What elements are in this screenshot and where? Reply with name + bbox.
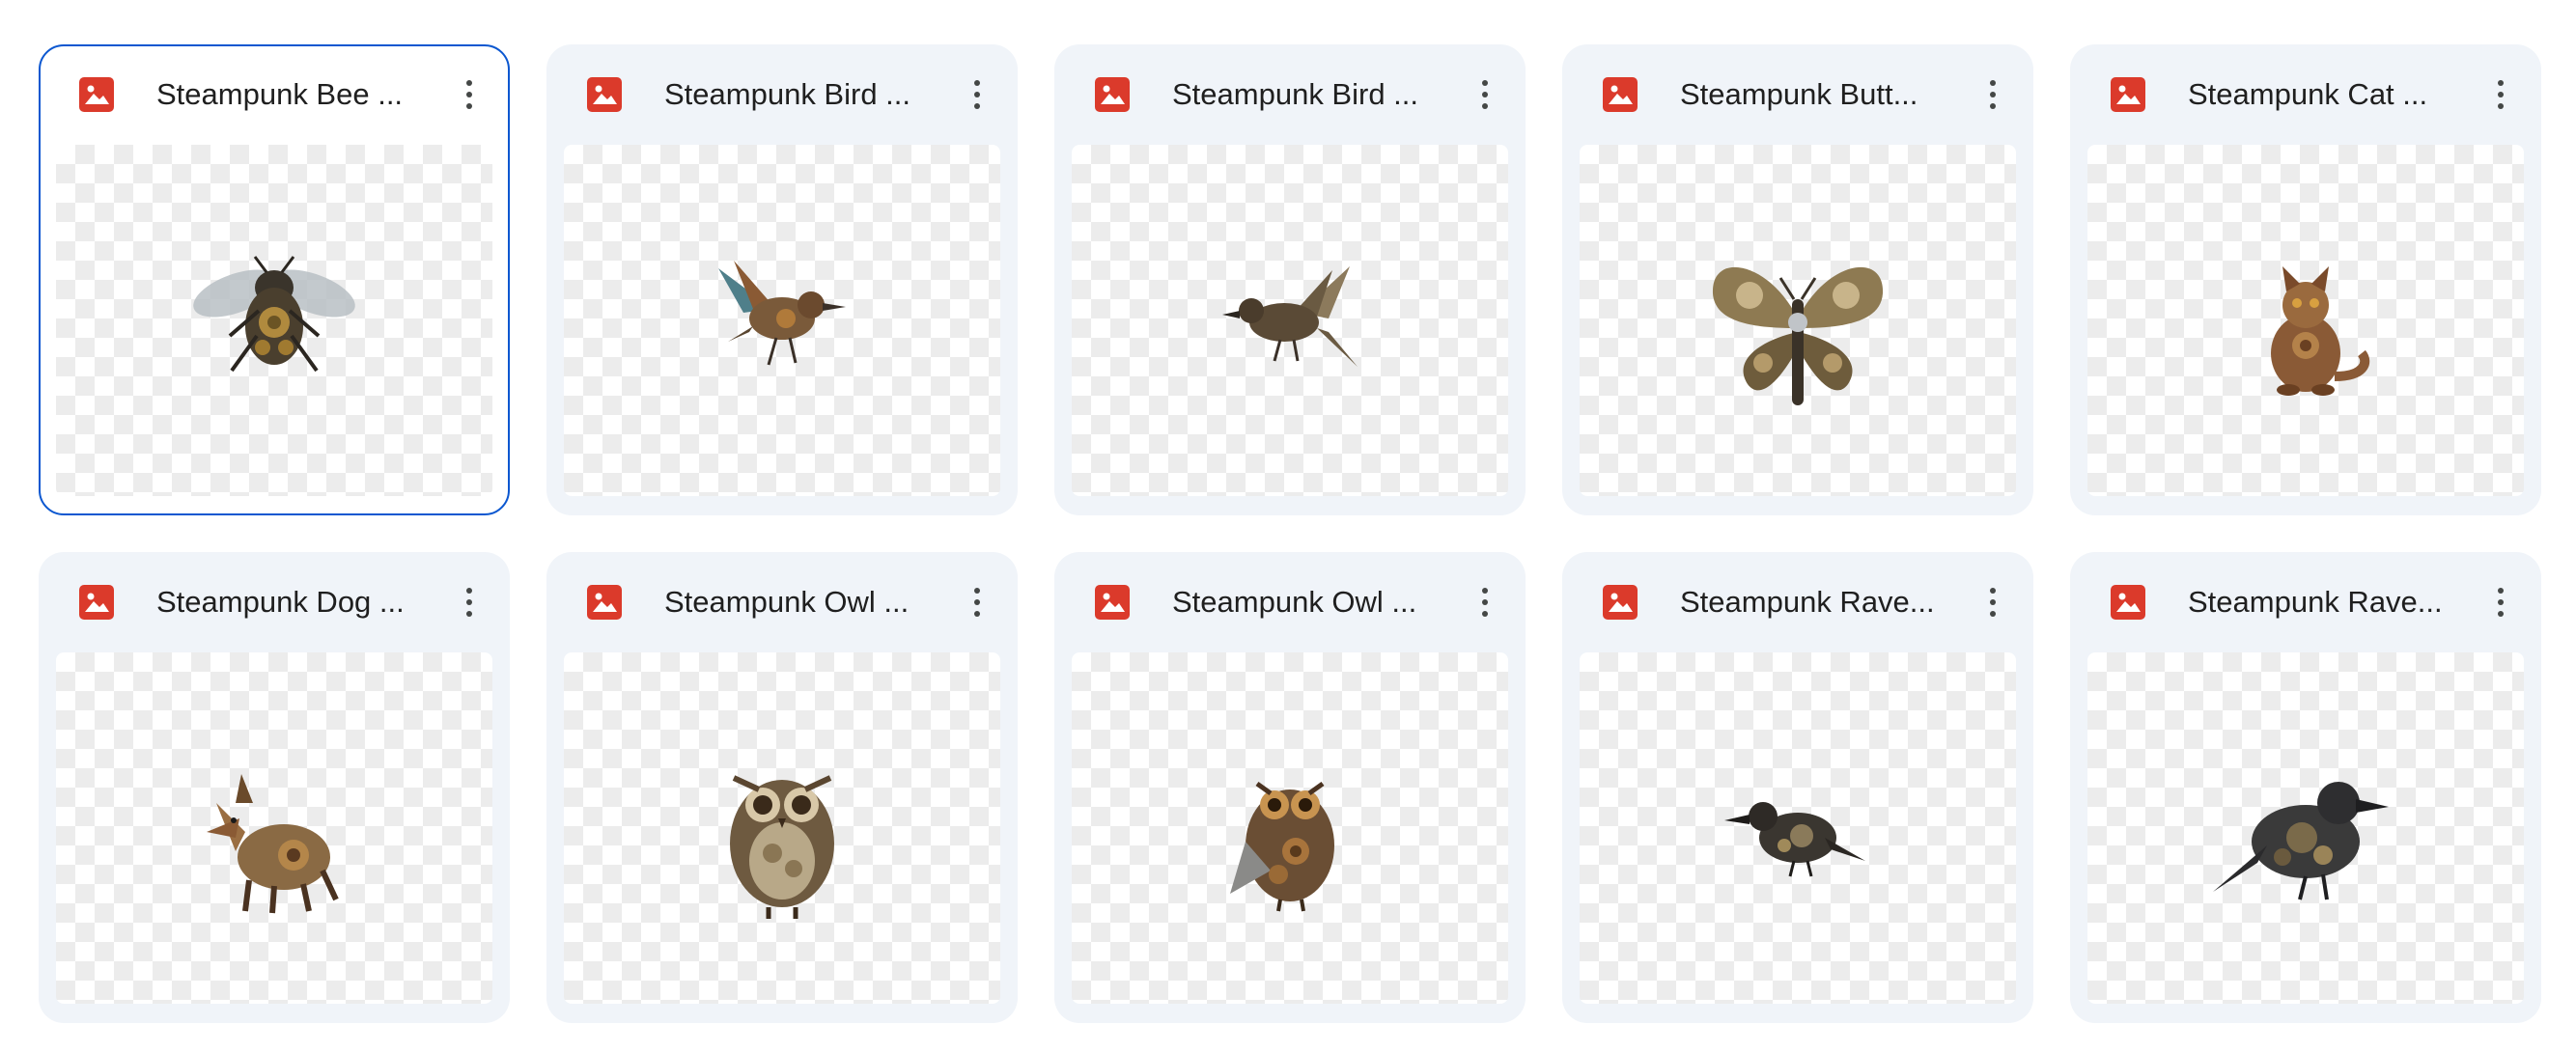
more-actions-icon[interactable] — [954, 71, 1000, 118]
file-card[interactable]: Steampunk Dog ... — [39, 552, 510, 1023]
more-actions-icon[interactable] — [1462, 579, 1508, 625]
more-actions-icon[interactable] — [2478, 579, 2524, 625]
file-thumbnail[interactable] — [1072, 652, 1508, 1004]
file-card-header: Steampunk Bee ... — [41, 46, 508, 147]
file-name: Steampunk Dog ... — [156, 585, 405, 619]
file-thumbnail[interactable] — [2087, 145, 2524, 496]
file-thumbnail[interactable] — [2087, 652, 2524, 1004]
file-name: Steampunk Rave... — [2188, 585, 2443, 619]
file-card-header: Steampunk Rave... — [1562, 552, 2033, 652]
file-thumbnail[interactable] — [1580, 652, 2016, 1004]
file-card-header: Steampunk Cat ... — [2070, 44, 2541, 145]
more-actions-icon[interactable] — [2478, 71, 2524, 118]
file-name: Steampunk Rave... — [1680, 585, 1935, 619]
raven-1-image — [1724, 802, 1865, 877]
file-card-header: Steampunk Dog ... — [39, 552, 510, 652]
file-thumbnail[interactable] — [56, 145, 492, 496]
butterfly-image — [1712, 266, 1884, 405]
image-file-icon — [587, 585, 622, 620]
file-thumbnail[interactable] — [1072, 145, 1508, 496]
bird-2-image — [1222, 266, 1358, 367]
file-card-header: Steampunk Bird ... — [1054, 44, 1526, 145]
file-card[interactable]: Steampunk Bee ... — [39, 44, 510, 515]
file-card[interactable]: Steampunk Bird ... — [1054, 44, 1526, 515]
file-thumbnail[interactable] — [564, 652, 1000, 1004]
file-name: Steampunk Bird ... — [1172, 77, 1419, 111]
file-card[interactable]: Steampunk Butt... — [1562, 44, 2033, 515]
file-card[interactable]: Steampunk Owl ... — [546, 552, 1018, 1023]
image-file-icon — [79, 77, 114, 112]
file-name: Steampunk Owl ... — [664, 585, 910, 619]
file-card-header: Steampunk Rave... — [2070, 552, 2541, 652]
file-card-header: Steampunk Bird ... — [546, 44, 1018, 145]
image-file-icon — [2111, 77, 2145, 112]
image-file-icon — [587, 77, 622, 112]
more-actions-icon[interactable] — [1970, 71, 2016, 118]
file-card[interactable]: Steampunk Cat ... — [2070, 44, 2541, 515]
image-file-icon — [1603, 585, 1638, 620]
file-name: Steampunk Owl ... — [1172, 585, 1417, 619]
file-card-header: Steampunk Owl ... — [546, 552, 1018, 652]
raven-2-image — [2213, 782, 2389, 900]
file-thumbnail[interactable] — [564, 145, 1000, 496]
file-name: Steampunk Bird ... — [664, 77, 911, 111]
file-card[interactable]: Steampunk Bird ... — [546, 44, 1018, 515]
more-actions-icon[interactable] — [446, 71, 492, 118]
file-name: Steampunk Butt... — [1680, 77, 1918, 111]
file-card[interactable]: Steampunk Rave... — [1562, 552, 2033, 1023]
image-file-icon — [2111, 585, 2145, 620]
file-name: Steampunk Cat ... — [2188, 77, 2428, 111]
file-card-header: Steampunk Owl ... — [1054, 552, 1526, 652]
owl-2-image — [1230, 781, 1334, 912]
image-file-icon — [1095, 585, 1130, 620]
file-card[interactable]: Steampunk Owl ... — [1054, 552, 1526, 1023]
image-file-icon — [79, 585, 114, 620]
cat-image — [2271, 266, 2370, 396]
file-card[interactable]: Steampunk Rave... — [2070, 552, 2541, 1023]
bee-image — [193, 256, 355, 373]
more-actions-icon[interactable] — [446, 579, 492, 625]
file-name: Steampunk Bee ... — [156, 77, 404, 111]
owl-1-image — [730, 775, 834, 919]
more-actions-icon[interactable] — [954, 579, 1000, 625]
file-thumbnail[interactable] — [56, 652, 492, 1004]
image-file-icon — [1603, 77, 1638, 112]
image-file-icon — [1095, 77, 1130, 112]
more-actions-icon[interactable] — [1462, 71, 1508, 118]
file-thumbnail[interactable] — [1580, 145, 2016, 496]
more-actions-icon[interactable] — [1970, 579, 2016, 625]
bird-1-image — [718, 261, 846, 366]
file-card-header: Steampunk Butt... — [1562, 44, 2033, 145]
dog-image — [207, 774, 339, 914]
